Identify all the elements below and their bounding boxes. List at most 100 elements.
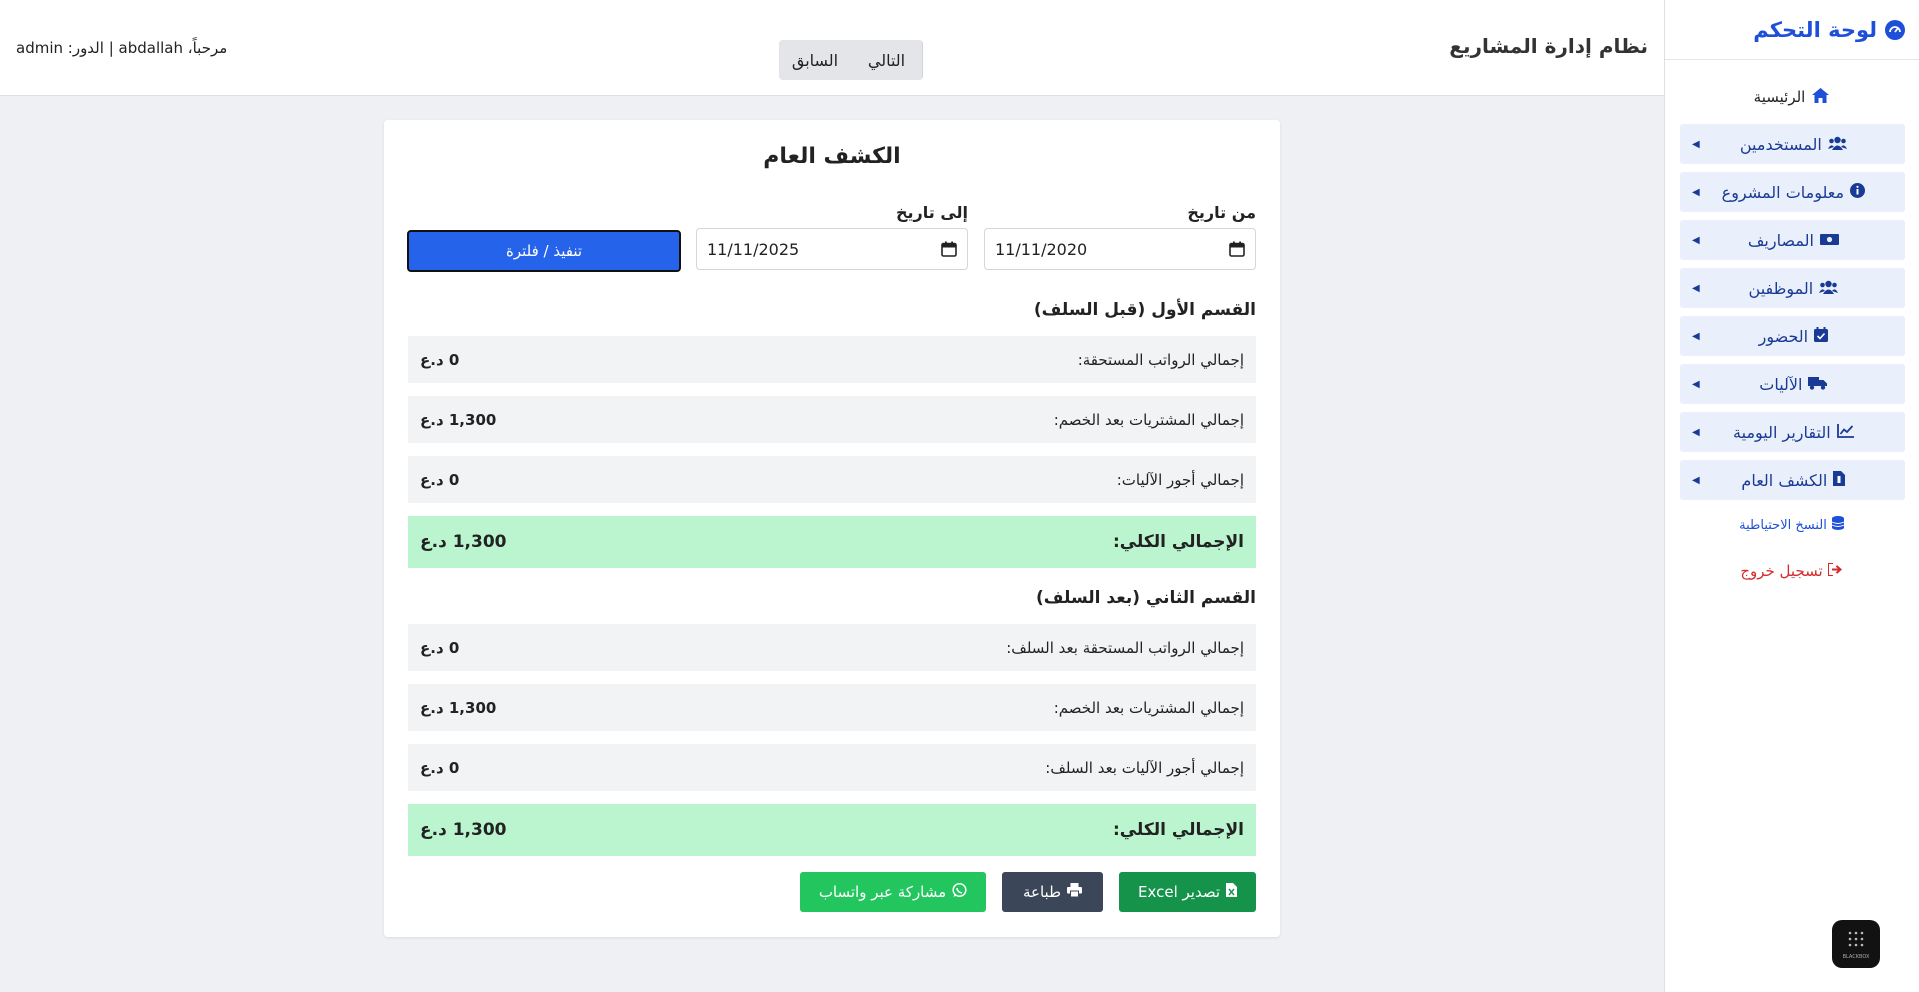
logout-label: تسجيل خروج xyxy=(1740,562,1823,580)
money-icon xyxy=(1819,231,1839,250)
summary-row: إجمالي الرواتب المستحقة بعد السلف: 0 د.ع xyxy=(408,624,1256,671)
summary-row: إجمالي المشتريات بعد الخصم: 1,300 د.ع xyxy=(408,396,1256,443)
row-label: إجمالي المشتريات بعد الخصم: xyxy=(1053,698,1244,717)
sidebar-item-label: النسخ الاحتياطية xyxy=(1739,517,1827,533)
row-value: 1,300 د.ع xyxy=(420,698,497,717)
info-icon xyxy=(1850,182,1866,202)
row-label: إجمالي أجور الآليات بعد السلف: xyxy=(1045,758,1244,777)
caret-left-icon: ◀ xyxy=(1692,426,1700,438)
row-value: 0 د.ع xyxy=(420,638,460,657)
sidebar-item-attendance[interactable]: الحضور ◀ xyxy=(1680,316,1905,356)
calendar-check-icon xyxy=(1814,326,1829,346)
sidebar-brand-label: لوحة التحكم xyxy=(1753,17,1877,42)
total-value: 1,300 د.ع xyxy=(420,532,507,552)
sidebar-item-backups[interactable]: النسخ الاحتياطية xyxy=(1664,516,1919,534)
sidebar-item-users[interactable]: المستخدمين ◀ xyxy=(1680,124,1905,164)
blackbox-logo-icon xyxy=(1846,929,1866,951)
app-title: نظام إدارة المشاريع xyxy=(1449,34,1648,58)
pager: السابق التالي xyxy=(779,40,923,80)
sidebar-item-expenses[interactable]: المصاريف ◀ xyxy=(1680,220,1905,260)
next-button[interactable]: التالي xyxy=(851,40,923,80)
caret-left-icon: ◀ xyxy=(1692,138,1700,150)
section-1-title: القسم الأول (قبل السلف) xyxy=(1033,300,1256,320)
dashboard-gauge-icon xyxy=(1885,19,1905,40)
chart-line-icon xyxy=(1836,423,1854,442)
row-value: 0 د.ع xyxy=(420,350,460,369)
whatsapp-share-button[interactable]: مشاركة عبر واتساب xyxy=(800,872,986,912)
caret-left-icon: ◀ xyxy=(1692,378,1700,390)
whatsapp-icon xyxy=(952,882,967,902)
sidebar-nav: المستخدمين ◀ معلومات المشروع ◀ المصاريف … xyxy=(1680,124,1905,508)
section-2-title: القسم الثاني (بعد السلف) xyxy=(1036,588,1256,608)
truck-icon xyxy=(1808,375,1828,394)
total-label: الإجمالي الكلي: xyxy=(1112,532,1244,552)
sidebar-item-daily-reports[interactable]: التقارير اليومية ◀ xyxy=(1680,412,1905,452)
summary-row: إجمالي المشتريات بعد الخصم: 1,300 د.ع xyxy=(408,684,1256,731)
sidebar-item-label: الحضور xyxy=(1758,326,1809,346)
caret-left-icon: ◀ xyxy=(1692,330,1700,342)
prev-button[interactable]: السابق xyxy=(779,40,851,80)
from-date-value: 11/11/2020 xyxy=(995,239,1088,259)
sidebar-brand[interactable]: لوحة التحكم xyxy=(1665,0,1919,60)
row-value: 0 د.ع xyxy=(420,470,460,489)
report-card: الكشف العام من تاريخ إلى تاريخ 11/11/202… xyxy=(384,120,1280,937)
caret-left-icon: ◀ xyxy=(1692,282,1700,294)
summary-row: إجمالي أجور الآليات: 0 د.ع xyxy=(408,456,1256,503)
blackbox-label: BLACKBOX xyxy=(1842,953,1870,960)
sidebar: لوحة التحكم الرئيسية المستخدمين ◀ معلوما… xyxy=(1664,0,1919,992)
sidebar-item-label: الرئيسية xyxy=(1753,88,1806,106)
to-date-input[interactable]: 11/11/2025 xyxy=(696,228,968,270)
page-title: الكشف العام xyxy=(763,144,901,169)
from-date-input[interactable]: 11/11/2020 xyxy=(984,228,1256,270)
from-date-label: من تاريخ xyxy=(1187,203,1256,222)
sidebar-item-label: الموظفين xyxy=(1748,278,1814,298)
summary-row: إجمالي الرواتب المستحقة: 0 د.ع xyxy=(408,336,1256,383)
sidebar-item-label: التقارير اليومية xyxy=(1733,422,1831,442)
file-invoice-icon xyxy=(1833,470,1846,490)
sidebar-item-vehicles[interactable]: الآليات ◀ xyxy=(1680,364,1905,404)
sidebar-item-label: المصاريف xyxy=(1747,230,1814,250)
row-label: إجمالي الرواتب المستحقة: xyxy=(1077,350,1244,369)
to-date-value: 11/11/2025 xyxy=(707,239,800,259)
sidebar-item-employees[interactable]: الموظفين ◀ xyxy=(1680,268,1905,308)
blackbox-badge[interactable]: BLACKBOX xyxy=(1832,920,1880,968)
calendar-icon[interactable] xyxy=(1229,241,1245,257)
total-row: الإجمالي الكلي: 1,300 د.ع xyxy=(408,516,1256,568)
sidebar-item-label: معلومات المشروع xyxy=(1721,182,1845,202)
users-icon xyxy=(1827,135,1847,154)
print-icon xyxy=(1067,883,1083,901)
total-row: الإجمالي الكلي: 1,300 د.ع xyxy=(408,804,1256,856)
caret-left-icon: ◀ xyxy=(1692,186,1700,198)
whatsapp-share-label: مشاركة عبر واتساب xyxy=(818,883,947,901)
top-bar: نظام إدارة المشاريع السابق التالي مرحباً… xyxy=(0,0,1664,96)
print-button[interactable]: طباعة xyxy=(1002,872,1103,912)
caret-left-icon: ◀ xyxy=(1692,234,1700,246)
file-excel-icon xyxy=(1226,883,1238,901)
caret-left-icon: ◀ xyxy=(1692,474,1700,486)
sidebar-item-project-info[interactable]: معلومات المشروع ◀ xyxy=(1680,172,1905,212)
row-label: إجمالي أجور الآليات: xyxy=(1116,470,1244,489)
sidebar-item-label: الآليات xyxy=(1759,374,1803,394)
summary-row: إجمالي أجور الآليات بعد السلف: 0 د.ع xyxy=(408,744,1256,791)
sidebar-item-label: المستخدمين xyxy=(1739,134,1822,154)
run-filter-button[interactable]: تنفيذ / فلترة xyxy=(407,230,681,272)
row-value: 1,300 د.ع xyxy=(420,410,497,429)
print-label: طباعة xyxy=(1022,883,1062,901)
sidebar-item-general-statement[interactable]: الكشف العام ◀ xyxy=(1680,460,1905,500)
sidebar-item-home[interactable]: الرئيسية xyxy=(1664,82,1919,112)
users-icon xyxy=(1819,279,1839,298)
calendar-icon[interactable] xyxy=(941,241,957,257)
export-excel-label: تصدير Excel xyxy=(1138,883,1221,901)
export-excel-button[interactable]: تصدير Excel xyxy=(1119,872,1256,912)
row-value: 0 د.ع xyxy=(420,758,460,777)
total-value: 1,300 د.ع xyxy=(420,820,507,840)
home-icon xyxy=(1812,87,1830,107)
row-label: إجمالي المشتريات بعد الخصم: xyxy=(1053,410,1244,429)
logout-link[interactable]: تسجيل خروج xyxy=(1664,562,1919,580)
user-info: مرحباً، abdallah | الدور: admin xyxy=(16,39,228,57)
to-date-label: إلى تاريخ xyxy=(895,203,968,222)
database-icon xyxy=(1831,516,1845,534)
sign-out-icon xyxy=(1826,562,1843,580)
total-label: الإجمالي الكلي: xyxy=(1112,820,1244,840)
sidebar-item-label: الكشف العام xyxy=(1741,470,1828,490)
